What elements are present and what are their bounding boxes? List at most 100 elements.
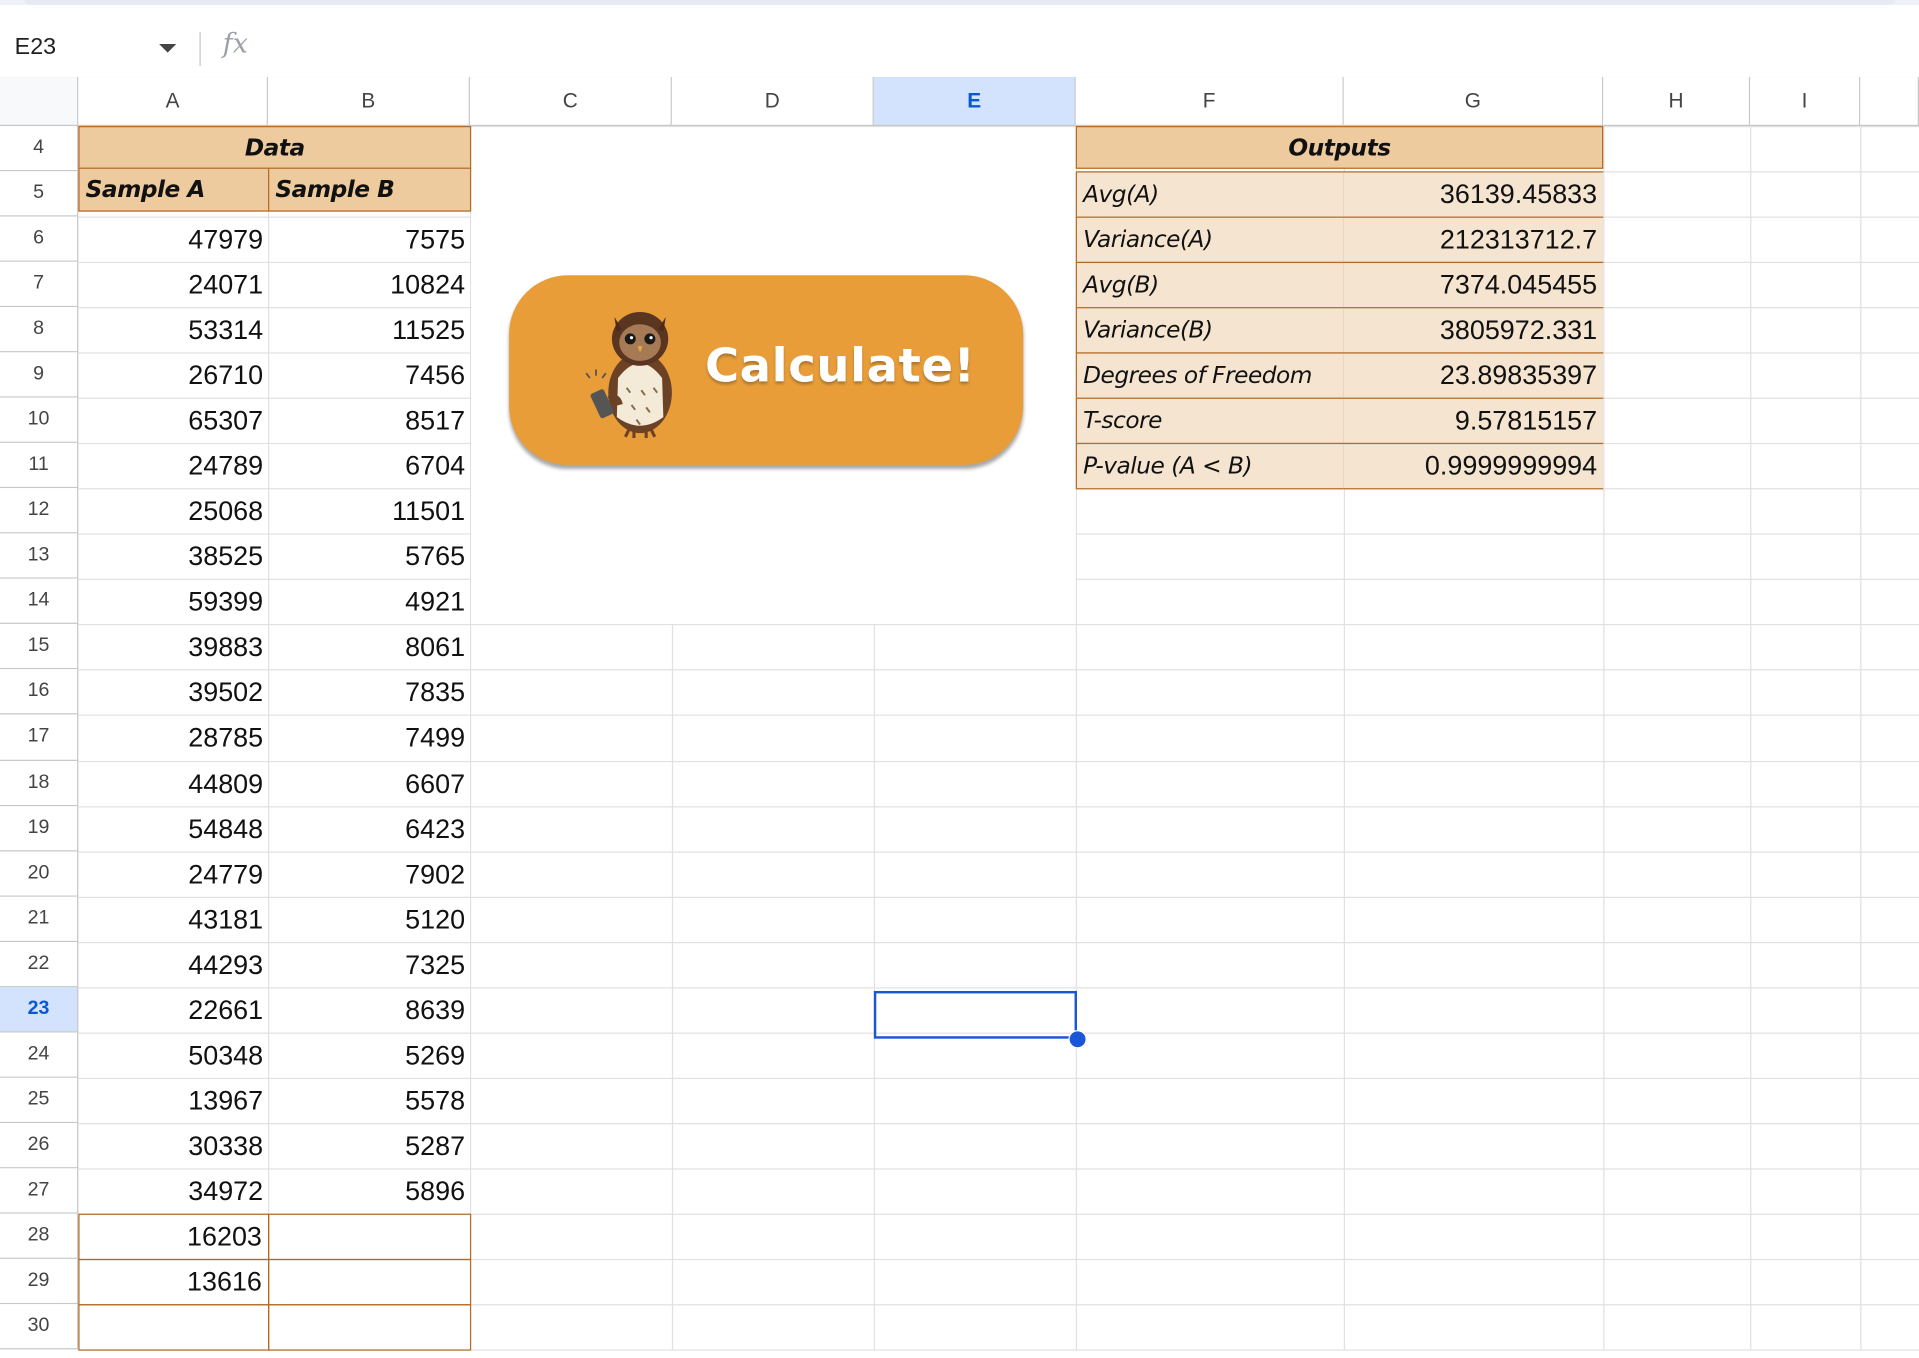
sample-a-cell[interactable]: 34972 xyxy=(78,1168,269,1215)
output-value[interactable]: 36139.45833 xyxy=(1343,171,1604,218)
output-label[interactable]: T-score xyxy=(1075,397,1346,445)
sample-b-cell[interactable]: 7499 xyxy=(268,715,471,762)
sample-a-cell[interactable]: 13967 xyxy=(78,1078,269,1125)
sample-a-cell[interactable]: 16203 xyxy=(78,1213,270,1261)
output-value[interactable]: 7374.045455 xyxy=(1343,261,1604,309)
sample-b-cell[interactable]: 7575 xyxy=(268,217,471,264)
sample-a-cell[interactable]: 13616 xyxy=(78,1258,270,1306)
row-header-22[interactable]: 22 xyxy=(0,941,79,987)
row-header-5[interactable]: 5 xyxy=(0,171,79,217)
row-header-28[interactable]: 28 xyxy=(0,1213,79,1259)
output-value[interactable]: 23.89835397 xyxy=(1343,352,1604,400)
sample-a-cell[interactable]: 24071 xyxy=(78,262,269,309)
sample-b-cell[interactable] xyxy=(268,1258,472,1306)
row-header-7[interactable]: 7 xyxy=(0,261,79,308)
sample-a-cell[interactable]: 54848 xyxy=(78,806,269,853)
column-header-overflow[interactable] xyxy=(1860,77,1919,127)
sample-b-cell[interactable]: 5269 xyxy=(268,1032,471,1079)
sample-a-cell[interactable]: 25068 xyxy=(78,488,269,535)
sample-b-cell[interactable]: 7902 xyxy=(268,851,471,898)
sample-b-cell[interactable]: 5120 xyxy=(268,896,471,943)
sample-b-cell[interactable]: 4921 xyxy=(268,579,471,626)
sample-a-cell[interactable]: 53314 xyxy=(78,307,269,354)
sample-a-cell[interactable]: 44293 xyxy=(78,942,269,989)
sample-b-cell[interactable]: 7835 xyxy=(268,670,471,717)
sample-b-cell[interactable]: 6423 xyxy=(268,806,471,853)
sample-a-cell[interactable]: 39502 xyxy=(78,670,269,717)
output-label[interactable]: Degrees of Freedom xyxy=(1075,352,1346,400)
sample-b-cell[interactable]: 7456 xyxy=(268,353,471,400)
sample-a-cell[interactable]: 50348 xyxy=(78,1032,269,1079)
sample-a-cell[interactable]: 28785 xyxy=(78,715,269,762)
sample-a-cell[interactable]: 47979 xyxy=(78,217,269,264)
sample-b-cell[interactable]: 8517 xyxy=(268,398,471,445)
data-table-title[interactable]: Data xyxy=(78,126,472,169)
outputs-table-title[interactable]: Outputs xyxy=(1075,126,1604,169)
output-label[interactable]: Avg(A) xyxy=(1075,171,1346,218)
sample-b-cell[interactable]: 5287 xyxy=(268,1123,471,1170)
selected-cell-E23[interactable] xyxy=(873,990,1077,1039)
sample-b-cell[interactable] xyxy=(268,1304,472,1351)
corner-select-all[interactable] xyxy=(0,77,79,127)
row-header-30[interactable]: 30 xyxy=(0,1304,79,1350)
sample-b-cell[interactable]: 8061 xyxy=(268,624,471,671)
sample-b-cell[interactable]: 7325 xyxy=(268,942,471,989)
row-header-24[interactable]: 24 xyxy=(0,1032,79,1078)
output-value[interactable]: 3805972.331 xyxy=(1343,307,1604,354)
row-header-4[interactable]: 4 xyxy=(0,126,79,172)
row-header-18[interactable]: 18 xyxy=(0,760,79,806)
output-label[interactable]: Variance(A) xyxy=(1075,216,1346,264)
column-header-e[interactable]: E xyxy=(873,77,1076,127)
sample-a-cell[interactable]: 22661 xyxy=(78,987,269,1034)
row-header-23[interactable]: 23 xyxy=(0,986,79,1033)
row-header-11[interactable]: 11 xyxy=(0,443,79,489)
row-header-20[interactable]: 20 xyxy=(0,850,79,897)
sample-a-cell[interactable]: 43181 xyxy=(78,896,269,943)
row-header-9[interactable]: 9 xyxy=(0,352,79,398)
row-header-6[interactable]: 6 xyxy=(0,216,79,262)
row-header-13[interactable]: 13 xyxy=(0,533,79,580)
row-header-26[interactable]: 26 xyxy=(0,1122,79,1169)
row-header-8[interactable]: 8 xyxy=(0,307,79,353)
row-header-27[interactable]: 27 xyxy=(0,1168,79,1214)
fill-handle[interactable] xyxy=(1068,1030,1087,1049)
name-box-dropdown-icon[interactable] xyxy=(159,44,177,53)
output-label[interactable]: Variance(B) xyxy=(1075,307,1346,354)
sample-a-cell[interactable]: 26710 xyxy=(78,353,269,400)
column-header-h[interactable]: H xyxy=(1603,77,1751,127)
row-header-14[interactable]: 14 xyxy=(0,579,79,625)
column-header-g[interactable]: G xyxy=(1343,77,1604,127)
sample-a-cell[interactable]: 38525 xyxy=(78,534,269,581)
sample-b-cell[interactable]: 8639 xyxy=(268,987,471,1034)
output-value[interactable]: 9.57815157 xyxy=(1343,397,1604,445)
output-label[interactable]: P-value (A < B) xyxy=(1075,443,1346,490)
sample-b-cell[interactable]: 6704 xyxy=(268,443,471,490)
sample-b-header[interactable]: Sample B xyxy=(268,167,472,212)
sample-a-cell[interactable]: 39883 xyxy=(78,624,269,671)
row-header-15[interactable]: 15 xyxy=(0,624,79,670)
row-header-16[interactable]: 16 xyxy=(0,669,79,716)
sample-a-cell[interactable]: 30338 xyxy=(78,1123,269,1170)
sample-b-cell[interactable]: 5896 xyxy=(268,1168,471,1215)
row-header-19[interactable]: 19 xyxy=(0,805,79,851)
column-header-f[interactable]: F xyxy=(1075,77,1344,127)
sample-b-cell[interactable] xyxy=(268,1213,472,1261)
column-header-i[interactable]: I xyxy=(1750,77,1861,127)
sample-b-cell[interactable]: 11501 xyxy=(268,488,471,535)
sample-a-cell[interactable]: 65307 xyxy=(78,398,269,445)
column-header-d[interactable]: D xyxy=(671,77,874,127)
row-header-17[interactable]: 17 xyxy=(0,715,79,761)
column-header-b[interactable]: B xyxy=(268,77,470,127)
sample-a-cell[interactable]: 24779 xyxy=(78,851,269,898)
output-value[interactable]: 0.9999999994 xyxy=(1343,443,1604,490)
row-header-25[interactable]: 25 xyxy=(0,1077,79,1123)
sample-b-cell[interactable]: 6607 xyxy=(268,760,471,807)
row-header-29[interactable]: 29 xyxy=(0,1258,79,1305)
row-header-21[interactable]: 21 xyxy=(0,896,79,942)
sample-a-cell[interactable]: 24789 xyxy=(78,443,269,490)
sample-b-cell[interactable]: 5578 xyxy=(268,1078,471,1125)
sample-b-cell[interactable]: 5765 xyxy=(268,534,471,581)
column-header-c[interactable]: C xyxy=(469,77,672,127)
row-header-10[interactable]: 10 xyxy=(0,397,79,444)
sample-a-cell[interactable] xyxy=(78,1304,270,1351)
